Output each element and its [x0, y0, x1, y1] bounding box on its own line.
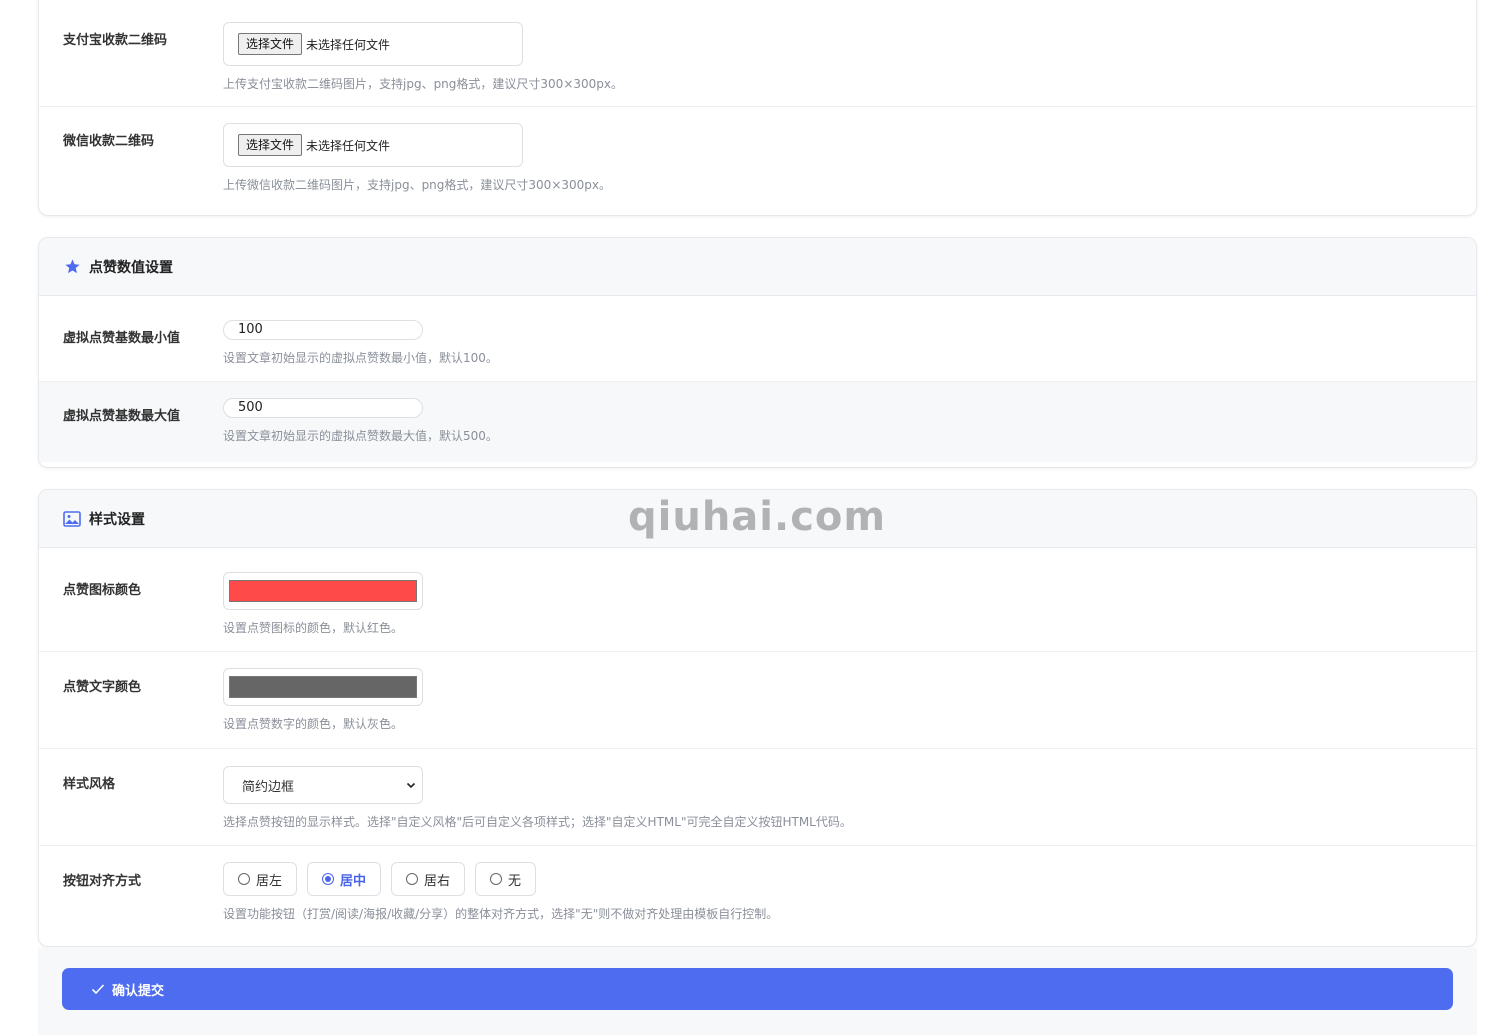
align-option-right[interactable]: 居右 [391, 862, 466, 896]
alipay-file-status: 未选择任何文件 [306, 37, 391, 52]
alipay-qr-description: 上传支付宝收款二维码图片，支持jpg、png格式，建议尺寸300×300px。 [223, 77, 623, 91]
likes-max-input[interactable]: 500 [223, 398, 423, 418]
watermark: qiuhai.com [628, 494, 887, 540]
radio-checked-icon [322, 873, 335, 885]
check-icon [91, 984, 105, 995]
align-option-left[interactable]: 居左 [223, 862, 298, 896]
align-option-label: 居右 [424, 873, 451, 889]
image-icon [63, 510, 81, 528]
alipay-qr-label: 支付宝收款二维码 [63, 33, 168, 48]
wechat-qr-description: 上传微信收款二维码图片，支持jpg、png格式，建议尺寸300×300px。 [223, 178, 611, 192]
likes-settings-header: 点赞数值设置 [39, 238, 1476, 296]
icon-color-picker[interactable] [223, 572, 423, 610]
style-select-label: 样式风格 [63, 777, 116, 792]
likes-min-row: 虚拟点赞基数最小值 100 设置文章初始显示的虚拟点赞数最小值，默认100。 [39, 296, 1476, 382]
star-icon [63, 258, 81, 276]
likes-max-row: 虚拟点赞基数最大值 500 设置文章初始显示的虚拟点赞数最大值，默认500。 [39, 382, 1476, 462]
style-settings-title: 样式设置 [89, 511, 145, 528]
radio-icon [238, 873, 250, 885]
text-color-picker[interactable] [223, 668, 423, 706]
style-select-row: 样式风格 简约边框 选择点赞按钮的显示样式。选择"自定义风格"后可自定义各项样式… [39, 749, 1476, 846]
text-color-row: 点赞文字颜色 设置点赞数字的颜色，默认灰色。 [39, 652, 1476, 749]
submit-label: 确认提交 [112, 983, 165, 999]
align-option-label: 无 [508, 873, 522, 889]
radio-icon [490, 873, 503, 885]
align-row: 按钮对齐方式 居左 居中 居右 无 设置功能按钮（打赏/阅读/海报/收藏/分享）… [39, 846, 1476, 946]
payment-card: 支付宝收款二维码 选择文件 未选择任何文件 上传支付宝收款二维码图片，支持jpg… [38, 0, 1477, 216]
text-color-label: 点赞文字颜色 [63, 680, 142, 695]
style-select-value: 简约边框 [242, 779, 295, 795]
likes-min-description: 设置文章初始显示的虚拟点赞数最小值，默认100。 [223, 351, 498, 365]
chevron-down-icon [406, 779, 416, 794]
icon-color-label: 点赞图标颜色 [63, 583, 142, 598]
icon-color-row: 点赞图标颜色 设置点赞图标的颜色，默认红色。 [39, 548, 1476, 652]
style-select-description: 选择点赞按钮的显示样式。选择"自定义风格"后可自定义各项样式；选择"自定义HTM… [223, 815, 852, 829]
wechat-qr-label: 微信收款二维码 [63, 134, 155, 149]
likes-max-description: 设置文章初始显示的虚拟点赞数最大值，默认500。 [223, 429, 498, 443]
submit-button[interactable]: 确认提交 [62, 968, 1453, 1010]
align-option-label: 居中 [340, 873, 367, 889]
text-color-swatch [229, 676, 417, 698]
align-option-none[interactable]: 无 [475, 862, 537, 896]
wechat-choose-file-button[interactable]: 选择文件 [238, 134, 303, 156]
align-radio-group: 居左 居中 居右 无 [223, 862, 537, 896]
alipay-choose-file-button[interactable]: 选择文件 [238, 33, 303, 55]
form-footer: 确认提交 [38, 948, 1477, 1035]
likes-max-label: 虚拟点赞基数最大值 [63, 409, 181, 424]
wechat-qr-row: 微信收款二维码 选择文件 未选择任何文件 上传微信收款二维码图片，支持jpg、p… [39, 107, 1476, 215]
align-description: 设置功能按钮（打赏/阅读/海报/收藏/分享）的整体对齐方式，选择"无"则不做对齐… [223, 907, 779, 921]
wechat-qr-file-input[interactable]: 选择文件 未选择任何文件 [223, 123, 523, 167]
align-option-center[interactable]: 居中 [307, 862, 382, 896]
wechat-file-status: 未选择任何文件 [306, 138, 391, 153]
icon-color-description: 设置点赞图标的颜色，默认红色。 [223, 621, 404, 635]
alipay-qr-file-input[interactable]: 选择文件 未选择任何文件 [223, 22, 523, 66]
text-color-description: 设置点赞数字的颜色，默认灰色。 [223, 717, 404, 731]
likes-min-input[interactable]: 100 [223, 320, 423, 340]
align-option-label: 居左 [256, 873, 283, 889]
style-settings-card: 样式设置 点赞图标颜色 设置点赞图标的颜色，默认红色。 点赞文字颜色 设置点赞数… [38, 489, 1477, 947]
alipay-qr-row: 支付宝收款二维码 选择文件 未选择任何文件 上传支付宝收款二维码图片，支持jpg… [39, 0, 1476, 107]
likes-settings-card: 点赞数值设置 虚拟点赞基数最小值 100 设置文章初始显示的虚拟点赞数最小值，默… [38, 237, 1477, 468]
radio-icon [406, 873, 419, 885]
likes-settings-title: 点赞数值设置 [89, 259, 173, 276]
style-select[interactable]: 简约边框 [223, 766, 423, 804]
likes-min-label: 虚拟点赞基数最小值 [63, 331, 181, 346]
align-label: 按钮对齐方式 [63, 874, 142, 889]
icon-color-swatch [229, 580, 417, 602]
